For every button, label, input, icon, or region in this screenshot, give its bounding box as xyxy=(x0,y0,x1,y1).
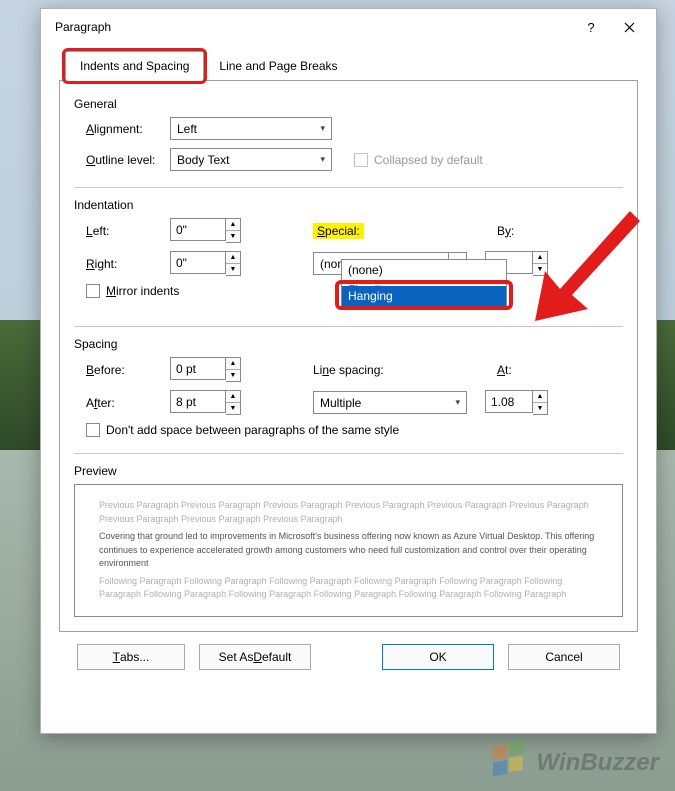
help-button[interactable]: ? xyxy=(572,12,610,42)
linespacing-label: Line spacing: xyxy=(313,363,433,377)
spin-up-icon[interactable]: ▲ xyxy=(226,391,240,403)
spin-up-icon[interactable]: ▲ xyxy=(226,252,240,264)
left-label: Left: xyxy=(74,224,170,238)
mirror-checkbox[interactable] xyxy=(86,284,100,298)
paragraph-dialog: Paragraph ? Indents and Spacing Line and… xyxy=(40,8,657,734)
noadd-checkbox[interactable] xyxy=(86,423,100,437)
section-preview: Preview xyxy=(74,453,623,478)
right-spinner[interactable]: 0" ▲▼ xyxy=(170,251,241,276)
right-label: Right: xyxy=(74,257,170,271)
at-label: At: xyxy=(497,363,577,377)
before-label: Before: xyxy=(74,363,170,377)
section-general: General xyxy=(74,97,623,111)
logo-icon xyxy=(487,741,531,785)
dd-option-none[interactable]: (none) xyxy=(342,260,506,280)
section-indentation: Indentation xyxy=(74,187,623,212)
spin-up-icon[interactable]: ▲ xyxy=(533,391,547,403)
alignment-label: Alignment: xyxy=(74,122,170,136)
ok-button[interactable]: OK xyxy=(382,644,494,670)
tabstrip: Indents and Spacing Line and Page Breaks xyxy=(59,51,638,81)
linespacing-combo[interactable]: Multiple▾ xyxy=(313,391,467,414)
at-spinner[interactable]: 1.08 ▲▼ xyxy=(485,390,548,415)
spin-up-icon[interactable]: ▲ xyxy=(533,252,547,264)
watermark-text: WinBuzzer xyxy=(537,749,659,777)
tab-pane: General Alignment: Left▾ Outline level: … xyxy=(59,80,638,632)
noadd-label: Don't add space between paragraphs of th… xyxy=(106,423,399,437)
collapsed-label: Collapsed by default xyxy=(374,153,483,167)
dialog-title: Paragraph xyxy=(55,20,572,34)
chevron-down-icon: ▾ xyxy=(320,154,325,165)
spin-down-icon[interactable]: ▼ xyxy=(226,370,240,382)
after-label: After: xyxy=(74,396,170,410)
dd-option-hanging[interactable]: Hanging xyxy=(342,286,506,306)
by-label: By: xyxy=(497,224,577,238)
alignment-combo[interactable]: Left▾ xyxy=(170,117,332,140)
before-spinner[interactable]: 0 pt ▲▼ xyxy=(170,357,241,382)
watermark: WinBuzzer xyxy=(487,741,659,785)
spin-down-icon[interactable]: ▼ xyxy=(226,231,240,243)
spin-down-icon[interactable]: ▼ xyxy=(533,264,547,276)
spin-down-icon[interactable]: ▼ xyxy=(226,264,240,276)
preview-box: Previous Paragraph Previous Paragraph Pr… xyxy=(74,484,623,617)
collapsed-checkbox xyxy=(354,153,368,167)
spin-up-icon[interactable]: ▲ xyxy=(226,219,240,231)
close-button[interactable] xyxy=(610,12,648,42)
preview-sample: Covering that ground led to improvements… xyxy=(99,530,598,571)
spin-up-icon[interactable]: ▲ xyxy=(226,358,240,370)
mirror-label: Mirror indents xyxy=(106,284,179,298)
preview-after: Following Paragraph Following Paragraph … xyxy=(99,575,598,602)
left-spinner[interactable]: 0" ▲▼ xyxy=(170,218,241,243)
button-bar: Tabs... Set As Default OK Cancel xyxy=(59,632,638,682)
chevron-down-icon: ▾ xyxy=(455,397,460,408)
tab-indents-spacing[interactable]: Indents and Spacing xyxy=(65,51,204,81)
outline-label: Outline level: xyxy=(74,153,170,167)
outline-combo[interactable]: Body Text▾ xyxy=(170,148,332,171)
spin-down-icon[interactable]: ▼ xyxy=(226,403,240,415)
titlebar: Paragraph ? xyxy=(41,9,656,45)
default-button[interactable]: Set As Default xyxy=(199,644,311,670)
tabs-button[interactable]: Tabs... xyxy=(77,644,185,670)
cancel-button[interactable]: Cancel xyxy=(508,644,620,670)
special-dropdown-list: (none) First line Hanging xyxy=(341,259,507,307)
preview-before: Previous Paragraph Previous Paragraph Pr… xyxy=(99,499,598,526)
chevron-down-icon: ▾ xyxy=(320,123,325,134)
special-label: Special: xyxy=(313,223,433,239)
after-spinner[interactable]: 8 pt ▲▼ xyxy=(170,390,241,415)
section-spacing: Spacing xyxy=(74,326,623,351)
tab-line-breaks[interactable]: Line and Page Breaks xyxy=(204,51,352,81)
spin-down-icon[interactable]: ▼ xyxy=(533,403,547,415)
